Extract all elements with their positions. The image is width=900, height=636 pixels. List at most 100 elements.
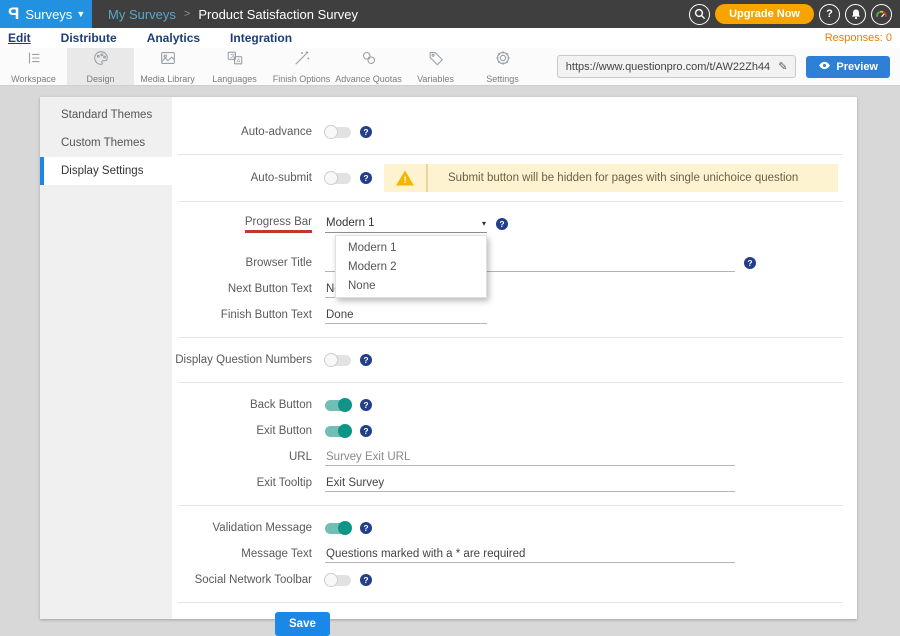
breadcrumb-parent[interactable]: My Surveys — [108, 7, 176, 22]
gauge-icon[interactable] — [871, 4, 892, 25]
surveys-menu[interactable]: Surveys ▼ — [25, 7, 85, 22]
display-question-numbers-row: Display Question Numbers ? — [172, 347, 843, 373]
progress-bar-label: Progress Bar — [172, 216, 312, 233]
auto-submit-warning: ! Submit button will be hidden for pages… — [384, 164, 838, 192]
auto-advance-row: Auto-advance ? — [172, 119, 843, 145]
question-help-icon[interactable]: ? — [360, 354, 372, 366]
toolbar-item-advance-quotas[interactable]: Advance Quotas — [335, 48, 402, 85]
auto-submit-toggle[interactable] — [325, 173, 351, 184]
preview-button-label: Preview — [836, 61, 878, 73]
dropdown-option-modern-1[interactable]: Modern 1 — [336, 238, 486, 257]
auto-advance-toggle[interactable] — [325, 127, 351, 138]
social-network-toolbar-row: Social Network Toolbar ? — [172, 567, 843, 593]
section-divider — [178, 505, 843, 506]
variables-icon — [427, 49, 445, 72]
message-text-row: Message Text — [172, 541, 843, 567]
validation-message-toggle[interactable] — [325, 523, 351, 534]
app-logo-menu[interactable]: P Surveys ▼ — [0, 0, 92, 28]
social-network-toolbar-toggle[interactable] — [325, 575, 351, 586]
preview-button[interactable]: Preview — [806, 56, 890, 78]
progress-bar-select[interactable]: Modern 1 ▾ — [325, 215, 487, 233]
browser-title-row: Browser Title ? — [172, 250, 843, 276]
finish-options-icon — [293, 49, 311, 72]
progress-bar-selected-value: Modern 1 — [326, 217, 375, 229]
back-button-row: Back Button ? — [172, 392, 843, 418]
exit-url-input[interactable] — [325, 449, 735, 466]
upgrade-now-button[interactable]: Upgrade Now — [715, 4, 814, 24]
search-icon[interactable] — [689, 4, 710, 25]
validation-message-row: Validation Message ? — [172, 515, 843, 541]
question-help-icon[interactable]: ? — [360, 574, 372, 586]
main-area: Standard Themes Custom Themes Display Se… — [0, 87, 900, 627]
languages-icon: 文A — [226, 49, 244, 72]
tab-analytics[interactable]: Analytics — [147, 31, 200, 46]
toolbar-item-variables[interactable]: Variables — [402, 48, 469, 85]
pencil-icon[interactable]: ✎ — [778, 60, 787, 73]
svg-text:文: 文 — [230, 52, 236, 60]
social-network-toolbar-label: Social Network Toolbar — [172, 574, 312, 586]
auto-advance-label: Auto-advance — [172, 126, 312, 138]
question-help-icon[interactable]: ? — [744, 257, 756, 269]
toolbar-item-settings[interactable]: Settings — [469, 48, 536, 85]
question-help-icon[interactable]: ? — [360, 172, 372, 184]
settings-icon — [494, 49, 512, 72]
message-text-input[interactable] — [325, 546, 735, 563]
workspace-icon — [25, 49, 43, 72]
design-toolbar: Workspace Design Media Library 文A Langua… — [0, 48, 900, 86]
chevron-down-icon: ▼ — [76, 9, 85, 19]
dropdown-option-modern-2[interactable]: Modern 2 — [336, 257, 486, 276]
exit-url-row: URL — [172, 444, 843, 470]
validation-message-label: Validation Message — [172, 522, 312, 534]
question-help-icon[interactable]: ? — [360, 399, 372, 411]
question-help-icon[interactable]: ? — [360, 425, 372, 437]
display-settings-form: Auto-advance ? Auto-submit ? ! — [172, 97, 857, 619]
toolbar-item-media-library[interactable]: Media Library — [134, 48, 201, 85]
sidebar-item-custom-themes[interactable]: Custom Themes — [40, 129, 172, 157]
responses-count[interactable]: Responses: 0 — [825, 32, 892, 44]
auto-submit-label: Auto-submit — [172, 172, 312, 184]
progress-bar-dropdown: Modern 1 Modern 2 None — [335, 235, 487, 298]
tab-edit[interactable]: Edit — [8, 31, 31, 46]
media-library-icon — [159, 49, 177, 72]
toolbar-item-workspace[interactable]: Workspace — [0, 48, 67, 85]
bell-icon[interactable] — [845, 4, 866, 25]
help-icon[interactable]: ? — [819, 4, 840, 25]
sidebar-item-display-settings[interactable]: Display Settings — [40, 157, 172, 185]
browser-title-label: Browser Title — [172, 257, 312, 269]
save-button[interactable]: Save — [275, 612, 330, 636]
toolbar-item-design[interactable]: Design — [67, 48, 134, 85]
question-help-icon[interactable]: ? — [360, 126, 372, 138]
tab-distribute[interactable]: Distribute — [61, 31, 117, 46]
questionpro-logo: P — [8, 4, 19, 24]
auto-submit-row: Auto-submit ? ! Submit button will be hi… — [172, 164, 843, 192]
finish-button-text-input[interactable] — [325, 307, 487, 324]
section-divider — [178, 337, 843, 338]
finish-button-text-row: Finish Button Text — [172, 302, 843, 328]
themes-sidebar: Standard Themes Custom Themes Display Se… — [40, 97, 172, 619]
svg-text:!: ! — [404, 175, 407, 185]
section-divider — [178, 602, 843, 603]
section-divider — [178, 382, 843, 383]
toolbar-item-languages[interactable]: 文A Languages — [201, 48, 268, 85]
survey-url-box[interactable]: https://www.questionpro.com/t/AW22Zh44 ✎ — [557, 55, 797, 78]
red-annotation-underline: Progress Bar — [245, 216, 312, 233]
warning-triangle-icon: ! — [384, 164, 426, 192]
question-help-icon[interactable]: ? — [496, 218, 508, 230]
warning-text: Submit button will be hidden for pages w… — [428, 172, 798, 184]
breadcrumb-current: Product Satisfaction Survey — [198, 7, 358, 22]
toolbar-item-finish-options[interactable]: Finish Options — [268, 48, 335, 85]
exit-button-label: Exit Button — [172, 425, 312, 437]
question-help-icon[interactable]: ? — [360, 522, 372, 534]
top-bar: P Surveys ▼ My Surveys > Product Satisfa… — [0, 0, 900, 28]
sidebar-item-standard-themes[interactable]: Standard Themes — [40, 101, 172, 129]
tab-integration[interactable]: Integration — [230, 31, 292, 46]
back-button-toggle[interactable] — [325, 400, 351, 411]
dropdown-option-none[interactable]: None — [336, 276, 486, 295]
exit-button-toggle[interactable] — [325, 426, 351, 437]
exit-tooltip-input[interactable] — [325, 475, 735, 492]
exit-button-row: Exit Button ? — [172, 418, 843, 444]
next-button-text-label: Next Button Text — [172, 283, 312, 295]
chevron-down-icon: ▾ — [482, 219, 486, 228]
display-question-numbers-toggle[interactable] — [325, 355, 351, 366]
message-text-label: Message Text — [172, 548, 312, 560]
